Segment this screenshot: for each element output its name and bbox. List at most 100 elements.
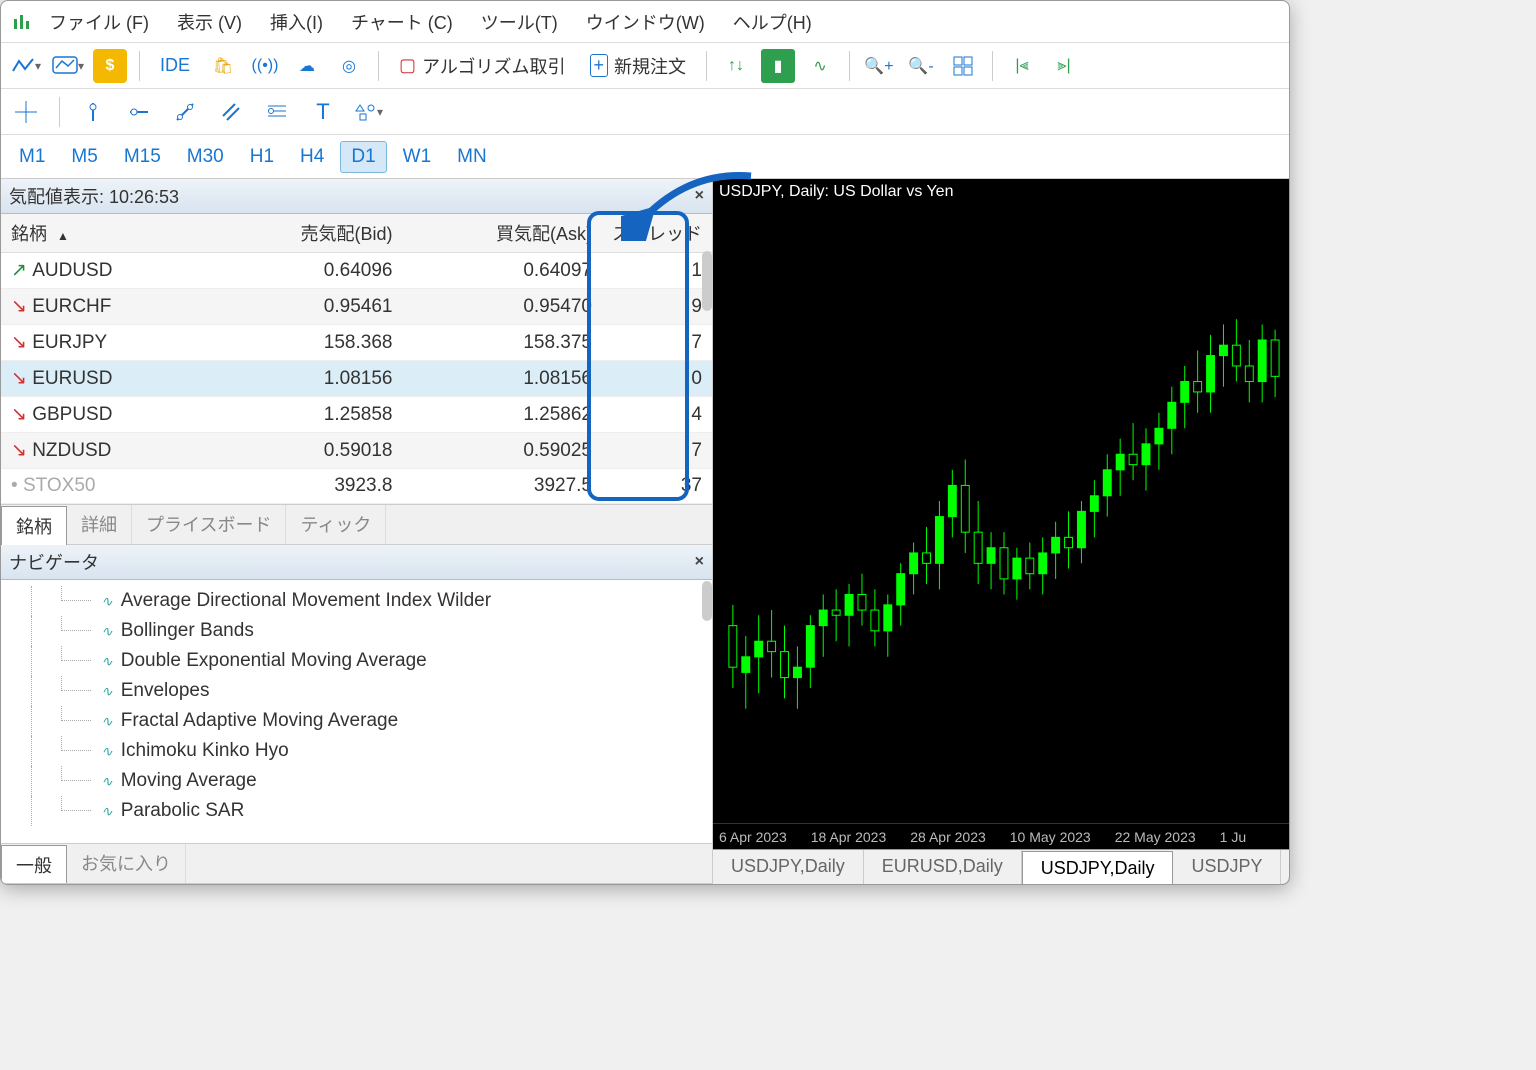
- timeframe-H1[interactable]: H1: [240, 142, 284, 172]
- zoom-out-icon[interactable]: 🔍-: [904, 49, 938, 83]
- radar-icon[interactable]: ◎: [332, 49, 366, 83]
- timeframe-H4[interactable]: H4: [290, 142, 334, 172]
- col-symbol[interactable]: 銘柄 ▲: [1, 214, 210, 253]
- ide-button[interactable]: IDE: [152, 51, 198, 80]
- market-watch-title: 気配値表示: 10:26:53: [9, 183, 179, 209]
- navigator-header: ナビゲータ ×: [1, 545, 712, 580]
- timeframe-D1[interactable]: D1: [340, 141, 386, 173]
- chart-title: USDJPY, Daily: US Dollar vs Yen: [719, 183, 953, 201]
- indicator-item[interactable]: ∿Double Exponential Moving Average: [1, 646, 712, 676]
- symbol-row-EURUSD[interactable]: ↘ EURUSD1.081561.081560: [1, 361, 712, 397]
- indicator-dropdown[interactable]: [51, 49, 85, 83]
- symbol-row-EURCHF[interactable]: ↘ EURCHF0.954610.954709: [1, 289, 712, 325]
- timeframe-M5[interactable]: M5: [61, 142, 107, 172]
- hline-icon[interactable]: [122, 95, 156, 129]
- indicator-item[interactable]: ∿Parabolic SAR: [1, 796, 712, 826]
- cloud-icon[interactable]: ☁: [290, 49, 324, 83]
- market-watch-table: 銘柄 ▲ 売気配(Bid) 買気配(Ask) スプレッド ↗ AUDUSD0.6…: [1, 214, 712, 504]
- menu-chart[interactable]: チャート (C): [339, 3, 465, 41]
- timeframe-M30[interactable]: M30: [177, 142, 234, 172]
- scrollbar[interactable]: [702, 251, 712, 311]
- navigator-tree: ∿Average Directional Movement Index Wild…: [1, 580, 712, 843]
- indicator-item[interactable]: ∿Fractal Adaptive Moving Average: [1, 706, 712, 736]
- shapes-dropdown[interactable]: [352, 95, 386, 129]
- chart-tab-2[interactable]: USDJPY,Daily: [1022, 851, 1174, 884]
- chart-tabs: USDJPY,DailyEURUSD,DailyUSDJPY,DailyUSDJ…: [713, 849, 1289, 884]
- dollar-icon[interactable]: $: [93, 49, 127, 83]
- market-watch-panel: 気配値表示: 10:26:53 × 銘柄 ▲ 売気配(Bid) 買気配(Ask)…: [1, 179, 712, 545]
- col-bid[interactable]: 売気配(Bid): [210, 214, 403, 253]
- symbol-row-GBPUSD[interactable]: ↘ GBPUSD1.258581.258624: [1, 397, 712, 433]
- timeframe-bar: M1M5M15M30H1H4D1W1MN: [1, 135, 1289, 179]
- symbol-row-NZDUSD[interactable]: ↘ NZDUSD0.590180.590257: [1, 433, 712, 469]
- menu-file[interactable]: ファイル (F): [37, 3, 161, 41]
- timeframe-M1[interactable]: M1: [9, 142, 55, 172]
- menubar: ファイル (F) 表示 (V) 挿入(I) チャート (C) ツール(T) ウイ…: [1, 1, 1289, 43]
- new-order-button[interactable]: + 新規注文: [582, 49, 695, 83]
- indicator-icon: ∿: [101, 743, 113, 760]
- menu-tools[interactable]: ツール(T): [469, 3, 570, 41]
- grid-icon[interactable]: [946, 49, 980, 83]
- timeframe-MN[interactable]: MN: [447, 142, 497, 172]
- chart-canvas[interactable]: [713, 179, 1289, 823]
- timeframe-W1[interactable]: W1: [393, 142, 442, 172]
- mw-tab-0[interactable]: 銘柄: [1, 506, 67, 545]
- chart-tab-1[interactable]: EURUSD,Daily: [864, 850, 1022, 884]
- signal-icon[interactable]: ((•)): [248, 49, 282, 83]
- chart-area: USDJPY, Daily: US Dollar vs Yen 6 Apr 20…: [713, 179, 1289, 884]
- indicator-item[interactable]: ∿Ichimoku Kinko Hyo: [1, 736, 712, 766]
- toolbar-drawing: T: [1, 89, 1289, 135]
- trendline-icon[interactable]: [168, 95, 202, 129]
- zoom-in-icon[interactable]: 🔍+: [862, 49, 896, 83]
- indicator-item[interactable]: ∿Moving Average: [1, 766, 712, 796]
- indicator-item[interactable]: ∿Bollinger Bands: [1, 616, 712, 646]
- chart-tab-0[interactable]: USDJPY,Daily: [713, 850, 864, 884]
- indicator-icon: ∿: [101, 713, 113, 730]
- indicator-icon: ∿: [101, 803, 113, 820]
- navigator-title: ナビゲータ: [9, 549, 99, 575]
- col-ask[interactable]: 買気配(Ask): [402, 214, 602, 253]
- mw-tab-2[interactable]: プライスボード: [132, 505, 286, 544]
- navigator-panel: ナビゲータ × ∿Average Directional Movement In…: [1, 545, 712, 884]
- mw-tab-3[interactable]: ティック: [286, 505, 386, 544]
- indicator-item[interactable]: ∿Envelopes: [1, 676, 712, 706]
- scrollbar[interactable]: [702, 581, 712, 621]
- chart-type-dropdown[interactable]: [9, 49, 43, 83]
- indicator-icon: ∿: [101, 683, 113, 700]
- app-window: ファイル (F) 表示 (V) 挿入(I) チャート (C) ツール(T) ウイ…: [0, 0, 1290, 885]
- symbol-row-STOX50[interactable]: • STOX503923.83927.537: [1, 469, 712, 504]
- indicator-item[interactable]: ∿Average Directional Movement Index Wild…: [1, 586, 712, 616]
- shopping-bag-icon[interactable]: 🛍: [206, 49, 240, 83]
- shift-right-icon[interactable]: ⫸|: [1047, 49, 1081, 83]
- vline-icon[interactable]: [76, 95, 110, 129]
- crosshair-icon[interactable]: [9, 95, 43, 129]
- timeframe-M15[interactable]: M15: [114, 142, 171, 172]
- channel-icon[interactable]: [214, 95, 248, 129]
- shift-left-icon[interactable]: |⫷: [1005, 49, 1039, 83]
- close-icon[interactable]: ×: [695, 187, 704, 205]
- symbol-row-AUDUSD[interactable]: ↗ AUDUSD0.640960.640971: [1, 253, 712, 289]
- fib-icon[interactable]: [260, 95, 294, 129]
- mw-tab-1[interactable]: 詳細: [67, 505, 132, 544]
- navigator-tabs: 一般お気に入り: [1, 843, 712, 883]
- col-spread[interactable]: スプレッド: [602, 214, 712, 253]
- menu-insert[interactable]: 挿入(I): [258, 3, 335, 41]
- market-watch-tabs: 銘柄詳細プライスボードティック: [1, 504, 712, 544]
- buy-arrow-icon[interactable]: ↑↓: [719, 49, 753, 83]
- text-icon[interactable]: T: [306, 95, 340, 129]
- close-icon[interactable]: ×: [695, 553, 704, 571]
- algo-trading-button[interactable]: ▢ アルゴリズム取引: [391, 49, 573, 83]
- menu-view[interactable]: 表示 (V): [165, 3, 254, 41]
- wave-icon[interactable]: ∿: [803, 49, 837, 83]
- symbol-row-EURJPY[interactable]: ↘ EURJPY158.368158.3757: [1, 325, 712, 361]
- chart-tab-3[interactable]: USDJPY: [1173, 850, 1281, 884]
- nav-tab-0[interactable]: 一般: [1, 845, 67, 884]
- indicator-icon: ∿: [101, 653, 113, 670]
- chart-xaxis: 6 Apr 202318 Apr 202328 Apr 202310 May 2…: [713, 823, 1289, 849]
- candle-icon[interactable]: ▮: [761, 49, 795, 83]
- menu-window[interactable]: ウインドウ(W): [574, 3, 717, 41]
- toolbar-main: $ IDE 🛍 ((•)) ☁ ◎ ▢ アルゴリズム取引 + 新規注文 ↑↓ ▮…: [1, 43, 1289, 89]
- market-watch-header: 気配値表示: 10:26:53 ×: [1, 179, 712, 214]
- menu-help[interactable]: ヘルプ(H): [721, 3, 824, 41]
- nav-tab-1[interactable]: お気に入り: [67, 844, 186, 883]
